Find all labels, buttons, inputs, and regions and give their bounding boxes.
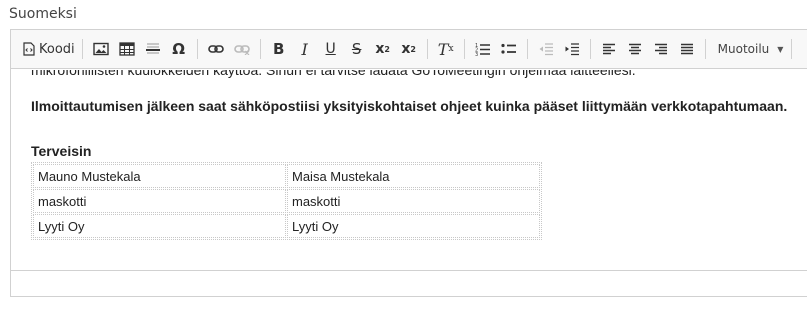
subscript-icon-digit: 2: [384, 44, 390, 54]
table-cell[interactable]: Lyyti Oy: [287, 214, 540, 238]
link-button[interactable]: [203, 36, 229, 62]
bulleted-list-icon: [501, 42, 517, 56]
toolbar-separator: [196, 39, 198, 59]
toolbar-group-insert: Ω: [85, 35, 195, 63]
toolbar-group-basicstyles: B I U S x2 x2: [263, 35, 425, 63]
remove-format-icon: T: [437, 39, 449, 59]
paragraph-bold: Ilmoittautumisen jälkeen saat sähköposti…: [31, 98, 788, 114]
source-button-label: Koodi: [39, 41, 75, 57]
table-row: Mauno Mustekala Maisa Mustekala: [33, 164, 540, 188]
svg-text:3: 3: [475, 52, 478, 56]
toolbar-separator: [526, 39, 528, 59]
toolbar-group-indent: [530, 35, 588, 63]
horizontal-line-icon: [145, 42, 161, 56]
format-dropdown-label: Muotoilu: [717, 42, 770, 56]
numbered-list-icon: 123: [475, 42, 491, 56]
source-code-icon: [23, 42, 35, 56]
outdent-icon: [538, 42, 554, 56]
indent-button[interactable]: [559, 36, 585, 62]
remove-format-button[interactable]: Tx: [433, 36, 459, 62]
align-center-button[interactable]: [622, 36, 648, 62]
special-char-button[interactable]: Ω: [166, 36, 192, 62]
table-cell[interactable]: maskotti: [287, 189, 540, 213]
image-button[interactable]: [88, 36, 114, 62]
source-button[interactable]: Koodi: [21, 36, 77, 62]
toolbar-separator: [704, 39, 706, 59]
align-left-icon: [602, 43, 616, 55]
align-right-icon: [654, 43, 668, 55]
strikethrough-button[interactable]: S: [344, 36, 370, 62]
table-row: maskotti maskotti: [33, 189, 540, 213]
format-dropdown[interactable]: Muotoilu ▼: [708, 36, 790, 62]
underline-button[interactable]: U: [318, 36, 344, 62]
superscript-icon-digit: 2: [410, 44, 416, 54]
table-cell[interactable]: Mauno Mustekala: [33, 164, 286, 188]
table-cell[interactable]: maskotti: [33, 189, 286, 213]
toolbar-separator: [81, 39, 83, 59]
image-icon: [92, 42, 109, 56]
table-cell[interactable]: Maisa Mustekala: [287, 164, 540, 188]
rich-text-editor: Koodi Ω B I U S x 2 x 2 T x 1 2 3 Muotoi…: [10, 29, 807, 297]
subscript-button[interactable]: x2: [370, 36, 396, 62]
italic-button[interactable]: I: [292, 36, 318, 62]
toolbar-separator: [426, 39, 428, 59]
editor-statusbar-divider: [11, 270, 807, 271]
unlink-icon: [233, 43, 250, 55]
superscript-button[interactable]: x2: [396, 36, 422, 62]
chevron-down-icon: ▼: [777, 44, 784, 54]
omega-icon: Ω: [172, 40, 186, 58]
bulleted-list-button[interactable]: [496, 36, 522, 62]
link-icon: [207, 43, 224, 55]
numbered-list-button[interactable]: 123: [470, 36, 496, 62]
align-justify-icon: [680, 43, 694, 55]
paragraph-text: mikrofonillisten kuulokkeiden käyttöä. S…: [31, 70, 636, 78]
toolbar-group-source: Koodi: [18, 35, 80, 63]
toolbar-separator: [791, 39, 793, 59]
outdent-button[interactable]: [533, 36, 559, 62]
editor-content[interactable]: mikrofonillisten kuulokkeiden käyttöä. S…: [11, 70, 807, 270]
horizontal-rule-button[interactable]: [140, 36, 166, 62]
editor-toolbar: Koodi Ω B I U S x 2 x 2 T x 1 2 3 Muotoi…: [11, 30, 807, 69]
field-label: Suomeksi: [9, 6, 77, 22]
table-icon: [119, 42, 135, 56]
toolbar-separator: [463, 39, 465, 59]
table-row: Lyyti Oy Lyyti Oy: [33, 214, 540, 238]
align-justify-button[interactable]: [674, 36, 700, 62]
align-right-button[interactable]: [648, 36, 674, 62]
toolbar-group-cleanup: Tx: [430, 35, 462, 63]
remove-format-icon-x: x: [448, 44, 454, 54]
toolbar-group-links: [200, 35, 258, 63]
toolbar-group-align: [593, 35, 703, 63]
unlink-button[interactable]: [229, 36, 255, 62]
table-button[interactable]: [114, 36, 140, 62]
bold-button[interactable]: B: [266, 36, 292, 62]
align-left-button[interactable]: [596, 36, 622, 62]
toolbar-group-lists: 123: [467, 35, 525, 63]
signature-table: Mauno Mustekala Maisa Mustekala maskotti…: [31, 162, 542, 240]
indent-icon: [564, 42, 580, 56]
subscript-icon: x: [375, 41, 385, 57]
align-center-icon: [628, 43, 642, 55]
superscript-icon: x: [401, 41, 411, 57]
greeting-text: Terveisin: [31, 143, 92, 159]
table-cell[interactable]: Lyyti Oy: [33, 214, 286, 238]
toolbar-separator: [589, 39, 591, 59]
toolbar-separator: [259, 39, 261, 59]
